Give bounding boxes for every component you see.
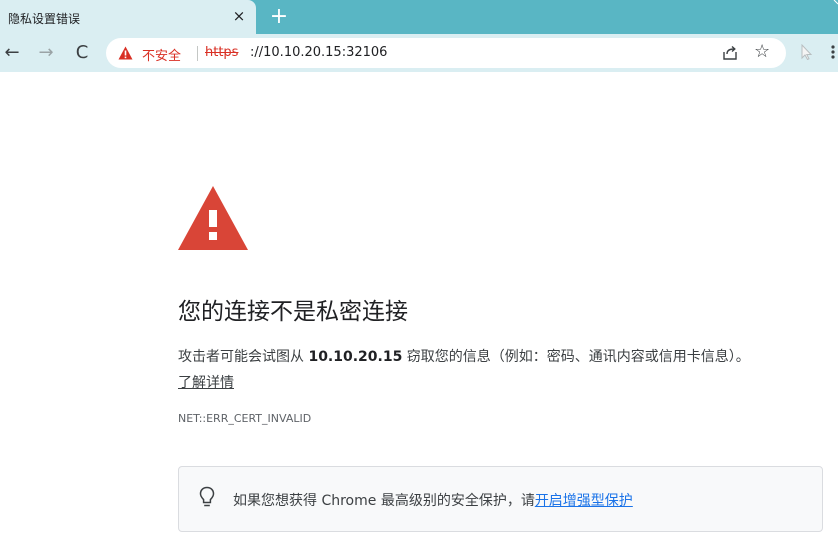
tab-active[interactable]: 隐私设置错误 × xyxy=(0,0,256,34)
extension-icon[interactable] xyxy=(800,44,814,60)
menu-icon[interactable] xyxy=(830,44,836,60)
close-icon[interactable]: × xyxy=(230,7,248,25)
reload-icon[interactable]: C xyxy=(70,41,94,65)
enable-enhanced-protection-link[interactable]: 开启增强型保护 xyxy=(535,493,633,509)
explanation-text: 攻击者可能会试图从 10.10.20.15 窃取您的信息（例如：密码、通讯内容或… xyxy=(178,346,838,366)
forward-arrow-icon[interactable]: → xyxy=(34,41,58,65)
new-tab-icon[interactable]: + xyxy=(266,4,292,30)
back-arrow-icon[interactable]: ← xyxy=(0,41,24,65)
lightbulb-icon xyxy=(199,486,215,507)
warning-icon[interactable] xyxy=(118,46,133,60)
star-icon[interactable]: ☆ xyxy=(754,42,770,62)
enhanced-protection-prefix: 如果您想获得 Chrome 最高级别的安全保护，请 xyxy=(233,493,535,509)
error-code: NET::ERR_CERT_INVALID xyxy=(178,412,312,425)
url-host[interactable]: ://10.10.20.15:32106 xyxy=(250,45,387,60)
enhanced-protection-promo: 如果您想获得 Chrome 最高级别的安全保护，请开启增强型保护 xyxy=(178,466,823,532)
tab-title: 隐私设置错误 xyxy=(8,12,81,26)
address-bar[interactable]: 不安全 https ://10.10.20.15:32106 ☆ xyxy=(106,38,786,68)
window-edge-icon xyxy=(833,0,838,5)
toolbar: ← → C 不安全 https ://10.10.20.15:32106 ☆ xyxy=(0,34,838,72)
share-icon[interactable] xyxy=(722,45,738,61)
page-title: 您的连接不是私密连接 xyxy=(178,299,408,325)
explanation-host: 10.10.20.15 xyxy=(308,349,403,365)
learn-more-link[interactable]: 了解详情 xyxy=(178,372,234,392)
enhanced-protection-text: 如果您想获得 Chrome 最高级别的安全保护，请开启增强型保护 xyxy=(233,490,633,510)
explanation-prefix: 攻击者可能会试图从 xyxy=(178,349,309,365)
url-scheme[interactable]: https xyxy=(205,45,238,60)
divider xyxy=(197,46,198,61)
warning-icon xyxy=(178,186,248,250)
explanation-suffix: 窃取您的信息（例如：密码、通讯内容或信用卡信息）。 xyxy=(402,349,750,365)
tab-strip: 隐私设置错误 × + xyxy=(0,0,838,34)
security-status-label[interactable]: 不安全 xyxy=(142,45,181,64)
